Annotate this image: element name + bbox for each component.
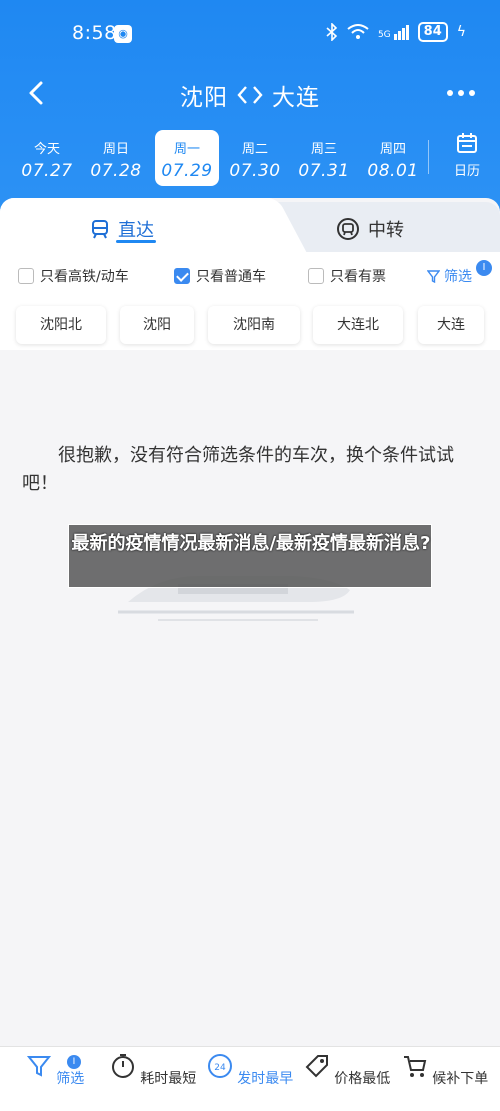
cart-icon <box>403 1056 427 1077</box>
swap-arrows-icon <box>237 86 263 104</box>
date-value: 07.31 <box>298 161 350 181</box>
date-value: 07.29 <box>161 161 213 181</box>
train-icon <box>92 220 108 239</box>
status-icons: 5G 84 ϟ <box>326 22 466 42</box>
date-strip: 今天 07.27 周日 07.28 周一 07.29 周二 07.30 周三 0… <box>0 126 500 190</box>
station-chip[interactable]: 大连 <box>418 306 484 344</box>
status-time: 8:58 <box>72 22 117 44</box>
svg-text:24: 24 <box>214 1063 226 1073</box>
bottom-bar: 筛选 I 耗时最短 24 发时最早 价格最低 候补下单 <box>0 1046 500 1111</box>
station-chip[interactable]: 沈阳南 <box>208 306 300 344</box>
battery-indicator: 84 <box>417 22 448 42</box>
date-item-5[interactable]: 周四 08.01 <box>361 130 425 186</box>
date-value: 07.27 <box>21 161 73 181</box>
stopwatch-icon <box>111 1054 134 1078</box>
bottom-screen-badge: I <box>67 1055 81 1069</box>
bottom-duration[interactable]: 耗时最短 <box>103 1053 203 1088</box>
filter-regular[interactable]: 只看普通车 <box>174 266 266 286</box>
news-overlay-banner[interactable]: 最新的疫情情况最新消息/最新疫情最新消息? <box>68 524 432 588</box>
date-item-2-selected[interactable]: 周一 07.29 <box>155 130 219 186</box>
charging-icon: ϟ <box>456 24 466 40</box>
route-from: 沈阳 <box>180 85 228 111</box>
station-chip[interactable]: 沈阳北 <box>16 306 106 344</box>
tab-direct-label-group[interactable]: 直达 <box>90 216 154 242</box>
station-chips: 沈阳北 沈阳 沈阳南 大连北 大连 <box>0 302 500 350</box>
date-item-0[interactable]: 今天 07.27 <box>15 130 79 186</box>
screen-label: 筛选 <box>444 269 472 285</box>
screen-badge: I <box>476 260 492 276</box>
date-dow: 周日 <box>102 142 129 157</box>
empty-message: 很抱歉，没有符合筛选条件的车次，换个条件试试吧！ <box>22 445 454 494</box>
date-dow: 周三 <box>310 142 337 157</box>
calendar-button[interactable]: 日历 <box>442 132 492 179</box>
tab-direct-label: 直达 <box>118 220 154 241</box>
network-label: 5G <box>377 29 391 40</box>
tab-transfer-label-group[interactable]: 中转 <box>336 216 404 242</box>
route-to: 大连 <box>272 85 320 111</box>
status-bar: 8:58 ◉ 5G 84 ϟ <box>0 0 500 66</box>
bottom-screen-label: 筛选 <box>56 1071 85 1087</box>
funnel-icon <box>26 1056 51 1077</box>
highspeed-checkbox[interactable] <box>18 268 34 284</box>
date-dow: 周四 <box>379 142 406 157</box>
bottom-price-label: 价格最低 <box>334 1071 391 1087</box>
transfer-icon <box>337 218 359 240</box>
regular-checkbox[interactable] <box>174 268 190 284</box>
signal-icon: 5G <box>377 24 409 40</box>
bottom-depart[interactable]: 24 发时最早 <box>200 1053 300 1088</box>
clock-24-icon: 24 <box>207 1054 232 1078</box>
tab-bar: 直达 中转 <box>0 198 500 252</box>
available-checkbox[interactable] <box>308 268 324 284</box>
date-value: 07.28 <box>90 161 142 181</box>
bottom-waitlist[interactable]: 候补下单 <box>395 1053 495 1088</box>
filter-available-label: 只看有票 <box>330 269 386 285</box>
funnel-icon <box>427 269 440 283</box>
date-dow: 周一 <box>173 142 200 157</box>
calendar-icon <box>457 133 477 153</box>
wifi-icon <box>347 24 369 39</box>
bottom-waitlist-label: 候补下单 <box>432 1071 489 1087</box>
date-item-4[interactable]: 周三 07.31 <box>292 130 356 186</box>
date-dow: 周二 <box>241 142 268 157</box>
station-chip[interactable]: 沈阳 <box>120 306 194 344</box>
filter-row: 只看高铁/动车 只看普通车 只看有票 筛选 I <box>0 252 500 302</box>
tab-transfer-label: 中转 <box>368 220 404 241</box>
nav-bar: 沈阳 大连 <box>0 66 500 124</box>
calendar-label: 日历 <box>453 164 480 179</box>
filter-regular-label: 只看普通车 <box>196 269 266 285</box>
bluetooth-icon <box>326 23 338 41</box>
bottom-depart-label: 发时最早 <box>237 1071 294 1087</box>
date-item-3[interactable]: 周二 07.30 <box>223 130 287 186</box>
station-chip[interactable]: 大连北 <box>313 306 403 344</box>
screen-button[interactable]: 筛选 <box>427 266 472 286</box>
filter-highspeed[interactable]: 只看高铁/动车 <box>18 266 129 286</box>
app-notification-icon: ◉ <box>114 25 132 43</box>
bottom-duration-label: 耗时最短 <box>140 1071 197 1087</box>
date-value: 08.01 <box>367 161 419 181</box>
date-divider <box>428 140 429 174</box>
price-tag-icon <box>305 1055 328 1078</box>
filter-highspeed-label: 只看高铁/动车 <box>40 269 129 285</box>
results-panel: 直达 中转 只看高铁/动车 只看普通车 只看有票 筛选 I 沈阳北 沈阳 沈阳南 <box>0 198 500 1048</box>
bottom-screen[interactable]: 筛选 I <box>5 1053 105 1088</box>
more-icon[interactable] <box>444 78 478 108</box>
tab-direct-underline <box>116 240 156 243</box>
overlay-text: 最新的疫情情况最新消息/最新疫情最新消息? <box>71 533 431 554</box>
filter-available[interactable]: 只看有票 <box>308 266 386 286</box>
date-item-1[interactable]: 周日 07.28 <box>84 130 148 186</box>
date-value: 07.30 <box>229 161 281 181</box>
date-dow: 今天 <box>33 142 60 157</box>
route-title[interactable]: 沈阳 大连 <box>0 78 500 112</box>
bottom-price[interactable]: 价格最低 <box>297 1053 397 1088</box>
